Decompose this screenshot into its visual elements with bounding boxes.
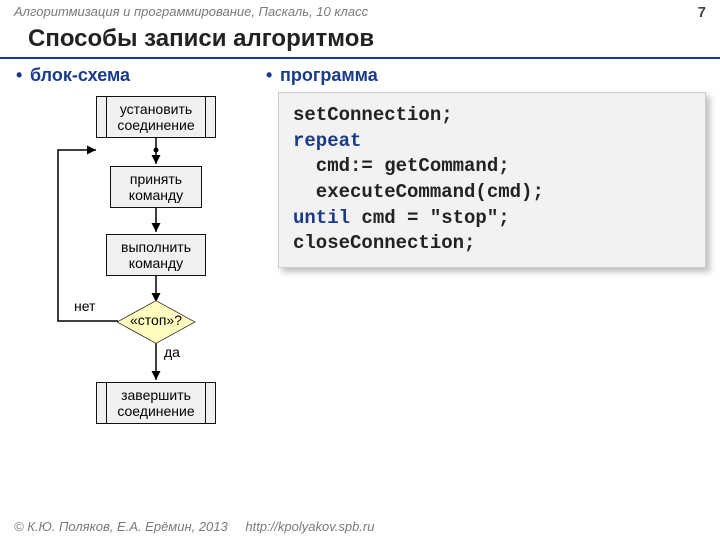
- code-line-5-rest: cmd = "stop";: [350, 207, 510, 229]
- code-line-4: executeCommand(cmd);: [293, 180, 691, 206]
- code-line-6: closeConnection;: [293, 231, 691, 257]
- slide-footer: © К.Ю. Поляков, Е.А. Ерёмин, 2013 http:/…: [14, 519, 374, 534]
- heading-program: программа: [278, 65, 706, 86]
- fc-decision-stop: «стоп»?: [116, 302, 196, 342]
- code-line-1: setConnection;: [293, 103, 691, 129]
- code-kw-repeat: repeat: [293, 130, 361, 152]
- footer-url: http://kpolyakov.spb.ru: [245, 519, 374, 534]
- flowchart: установить соединение принять команду вы…: [28, 92, 258, 472]
- fc-step-setconnection: установить соединение: [96, 96, 216, 138]
- fc-step-closeconnection: завершить соединение: [96, 382, 216, 424]
- code-block: setConnection; repeat cmd:= getCommand; …: [278, 92, 706, 268]
- slide-header: Алгоритмизация и программирование, Паска…: [0, 0, 720, 23]
- fc-step-getcommand: принять команду: [110, 166, 202, 208]
- page-title: Способы записи алгоритмов: [0, 23, 720, 59]
- page-number: 7: [698, 4, 706, 21]
- code-kw-until: until: [293, 207, 350, 229]
- fc-step-execute: выполнить команду: [106, 234, 206, 276]
- fc-label-yes: да: [164, 344, 180, 360]
- code-line-3: cmd:= getCommand;: [293, 154, 691, 180]
- fc-label-no: нет: [74, 298, 95, 314]
- copyright: © К.Ю. Поляков, Е.А. Ерёмин, 2013: [14, 519, 228, 534]
- course-label: Алгоритмизация и программирование, Паска…: [14, 4, 368, 21]
- heading-flowchart: блок-схема: [28, 65, 268, 86]
